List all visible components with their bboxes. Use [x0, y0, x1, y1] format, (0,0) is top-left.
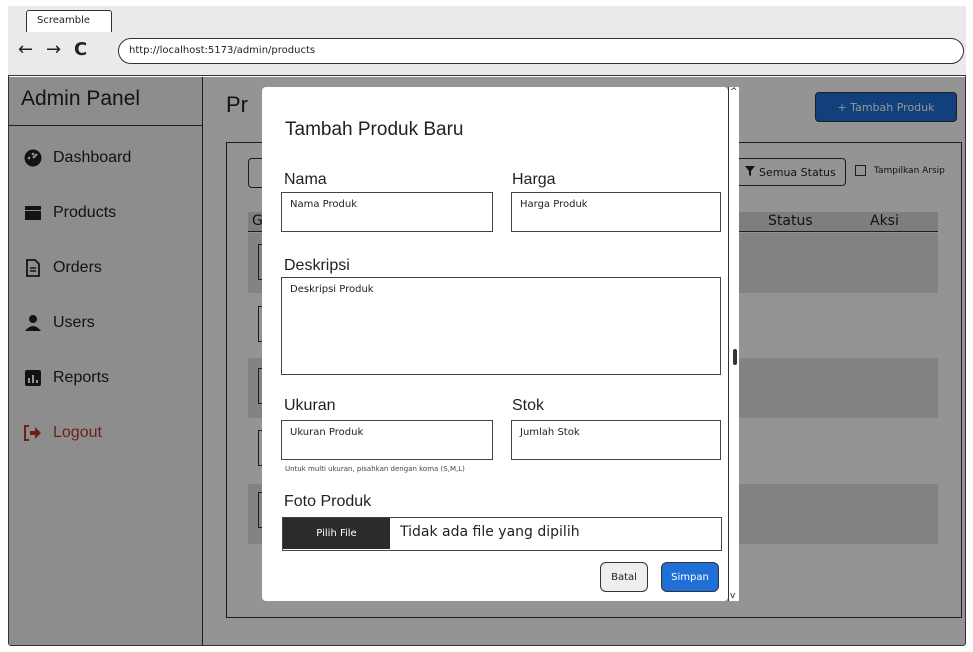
price-input[interactable]: Harga Produk — [511, 192, 721, 232]
name-input[interactable]: Nama Produk — [281, 192, 493, 232]
photo-label: Foto Produk — [284, 493, 372, 510]
description-label: Deskripsi — [284, 257, 350, 274]
forward-icon[interactable]: → — [46, 40, 61, 60]
size-hint: Untuk multi ukuran, pisahkan dengan koma… — [285, 465, 465, 473]
add-product-modal: Tambah Produk Baru Nama Nama Produk Harg… — [262, 87, 728, 601]
photo-file-input[interactable]: Pilih File Tidak ada file yang dipilih — [282, 517, 722, 551]
choose-file-button[interactable]: Pilih File — [283, 518, 390, 549]
stock-label: Stok — [512, 397, 545, 414]
name-label: Nama — [284, 171, 327, 188]
back-icon[interactable]: ← — [18, 40, 33, 60]
cancel-button[interactable]: Batal — [600, 562, 648, 592]
scroll-thumb[interactable] — [733, 349, 737, 365]
price-label: Harga — [512, 171, 556, 188]
stock-input[interactable]: Jumlah Stok — [511, 420, 721, 460]
modal-scrollbar[interactable]: ^ v — [728, 87, 739, 601]
scroll-down-icon[interactable]: v — [730, 591, 735, 601]
browser-tab[interactable]: Screamble — [26, 10, 112, 32]
size-input[interactable]: Ukuran Produk — [281, 420, 493, 460]
file-status: Tidak ada file yang dipilih — [400, 524, 580, 540]
description-textarea[interactable]: Deskripsi Produk — [281, 277, 721, 375]
modal-title: Tambah Produk Baru — [285, 119, 464, 140]
scroll-up-icon[interactable]: ^ — [730, 87, 738, 97]
reload-icon[interactable]: C — [74, 40, 87, 60]
address-bar[interactable]: http://localhost:5173/admin/products — [118, 38, 964, 64]
size-label: Ukuran — [284, 397, 336, 414]
save-button[interactable]: Simpan — [661, 562, 719, 592]
